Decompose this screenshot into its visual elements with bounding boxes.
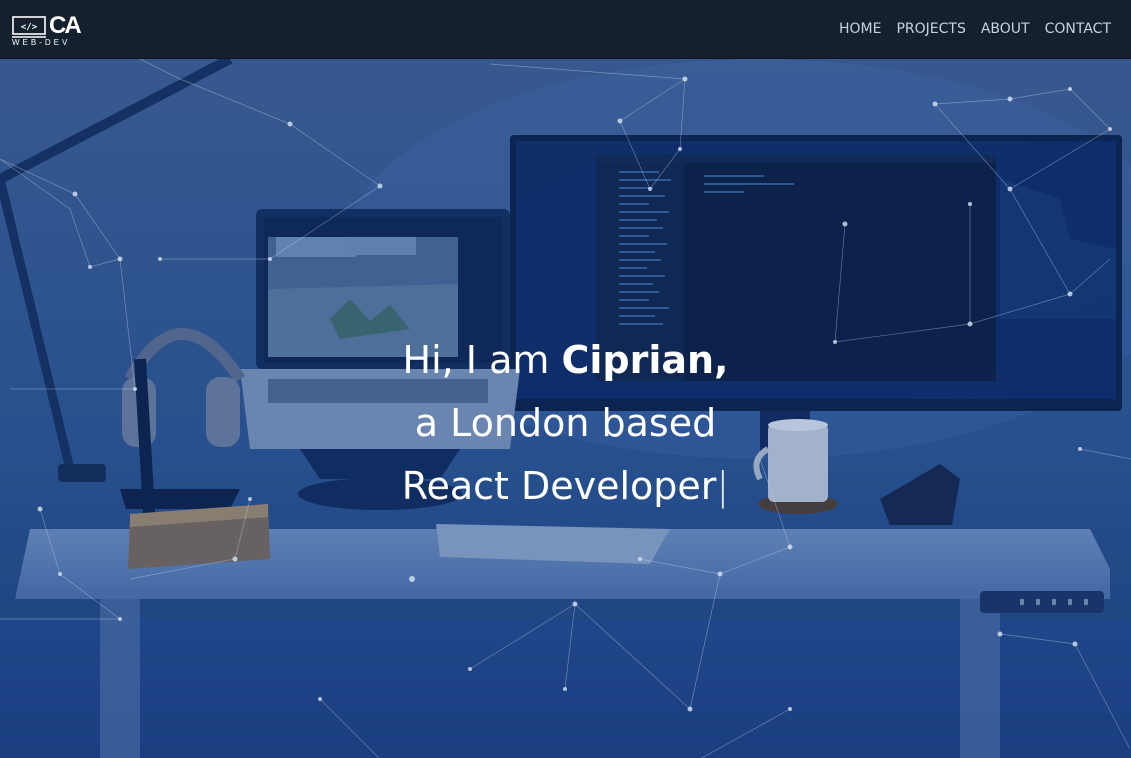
nav-projects[interactable]: PROJECTS [896, 21, 965, 37]
role-text: React Developer [401, 464, 717, 508]
logo-subtitle: WEB-DEV [12, 38, 71, 47]
code-symbol: </> [21, 23, 38, 33]
logo-monogram: CA [49, 12, 82, 39]
headline-line-2: a London based [414, 401, 717, 445]
navbar: </> CA WEB-DEV HOME PROJECTS ABOUT CONTA… [0, 0, 1131, 59]
headline-line-1: Hi, I am Ciprian, [0, 329, 1131, 392]
nav-about[interactable]: ABOUT [981, 21, 1030, 37]
greeting-text: Hi, I am [402, 338, 562, 382]
headline-line-3: React Developer| [0, 455, 1131, 518]
nav-home[interactable]: HOME [839, 21, 881, 37]
developer-name: Ciprian, [561, 338, 729, 382]
page: </> CA WEB-DEV HOME PROJECTS ABOUT CONTA… [0, 0, 1131, 758]
hero-headline: Hi, I am Ciprian, a London based React D… [0, 329, 1131, 518]
main-nav: HOME PROJECTS ABOUT CONTACT [839, 21, 1111, 37]
hero-section: Hi, I am Ciprian, a London based React D… [0, 59, 1131, 758]
nav-contact[interactable]: CONTACT [1045, 21, 1111, 37]
code-monitor-icon: </> [12, 16, 46, 38]
typing-cursor: | [716, 464, 730, 508]
site-logo[interactable]: </> CA WEB-DEV [12, 12, 88, 49]
